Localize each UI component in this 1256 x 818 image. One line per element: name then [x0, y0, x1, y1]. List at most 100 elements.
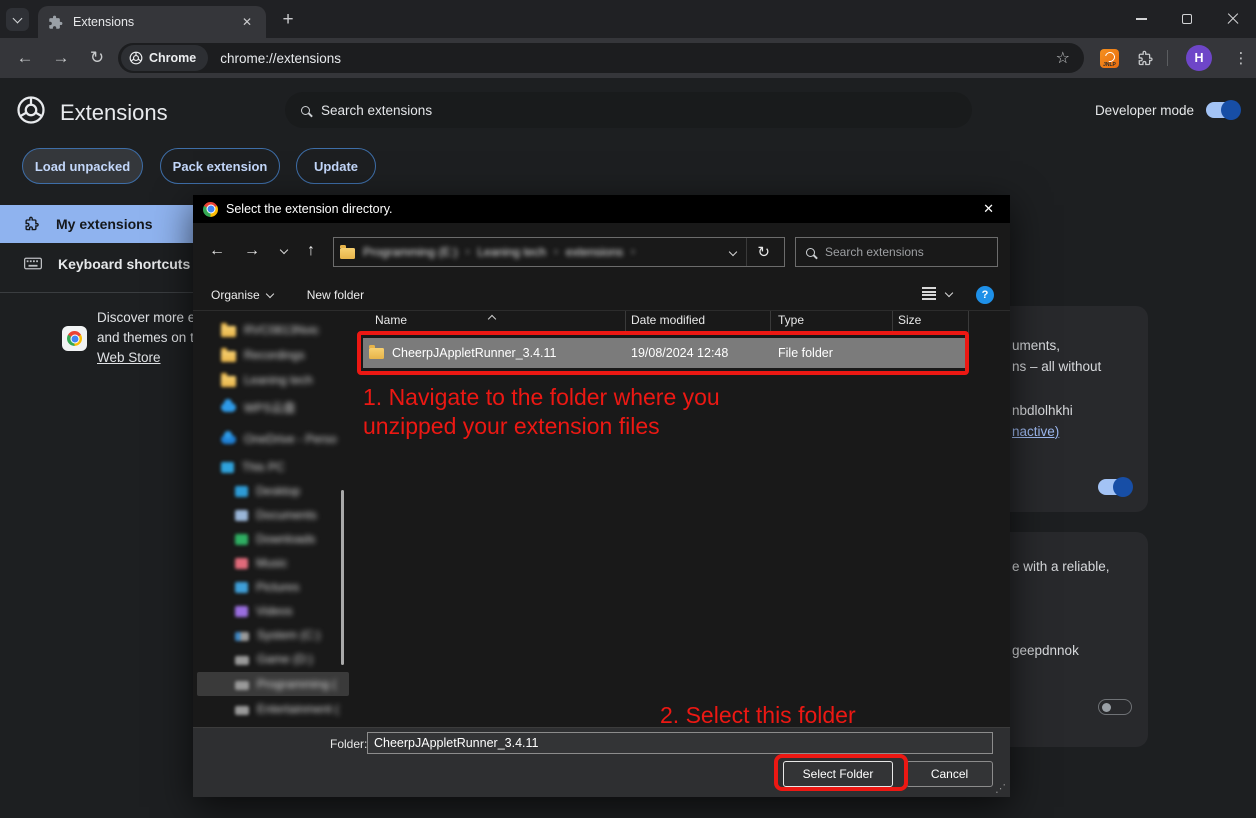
chrome-web-store-icon — [62, 326, 87, 351]
column-divider — [892, 311, 893, 333]
reload-button[interactable]: ↻ — [82, 38, 112, 78]
web-store-link[interactable]: Web Store — [97, 350, 161, 365]
dialog-back-button[interactable]: ← — [203, 237, 231, 265]
tree-item-videos[interactable]: Videos — [233, 599, 391, 623]
card2-enable-toggle[interactable] — [1098, 699, 1132, 715]
tab-extensions[interactable]: Extensions ✕ — [38, 6, 266, 38]
jnlp-extension-icon[interactable]: JNLP — [1100, 49, 1119, 68]
jnlp-label: JNLP — [1103, 62, 1116, 68]
back-button[interactable]: ← — [10, 38, 40, 78]
extensions-logo-icon — [16, 95, 46, 125]
folder-icon — [340, 248, 355, 259]
extension-card-2: e with a reliable, geepdnnok — [988, 532, 1148, 747]
dialog-titlebar: Select the extension directory. ✕ — [193, 195, 1010, 223]
select-directory-dialog: Select the extension directory. ✕ ← → ↑ … — [193, 195, 1010, 797]
extensions-puzzle-button[interactable] — [1130, 38, 1160, 78]
tree-item-documents[interactable]: Documents — [233, 503, 391, 527]
tree-item-folder-2[interactable]: Recordings — [219, 343, 377, 367]
tree-item-music[interactable]: Music — [233, 551, 391, 575]
folder-name-input[interactable] — [367, 732, 993, 754]
window-controls — [1118, 0, 1256, 38]
tab-strip: Extensions ✕ + — [0, 0, 1256, 38]
tree-item-programming-drive[interactable]: Programming ( — [197, 672, 349, 696]
tree-item-system-drive[interactable]: System (C:) — [233, 623, 391, 647]
column-header-date[interactable]: Date modified — [631, 313, 705, 327]
sort-ascending-icon — [488, 315, 496, 323]
tree-item-downloads[interactable]: Downloads — [233, 527, 391, 551]
cancel-button[interactable]: Cancel — [906, 761, 993, 787]
new-tab-button[interactable]: + — [276, 8, 300, 32]
breadcrumb-path: Programming (E:) › Leaning tech › extens… — [363, 245, 720, 259]
card1-text-line2: ns – all without — [1012, 359, 1101, 374]
search-icon — [301, 106, 310, 115]
tree-item-wps-cloud[interactable]: WPS云盘 — [219, 395, 377, 419]
breadcrumb-separator: › — [554, 246, 558, 258]
developer-mode-label: Developer mode — [1095, 103, 1194, 118]
dialog-breadcrumb-bar[interactable]: Programming (E:) › Leaning tech › extens… — [333, 237, 785, 267]
tab-title: Extensions — [73, 15, 238, 29]
developer-mode-toggle[interactable] — [1206, 102, 1240, 118]
browser-menu-button[interactable]: ⋮ — [1226, 38, 1256, 78]
update-button[interactable]: Update — [296, 148, 376, 184]
chevron-down-icon — [13, 13, 23, 23]
tree-item-folder-3[interactable]: Leaning tech — [219, 368, 377, 392]
chrome-mono-icon — [129, 51, 143, 65]
column-divider — [625, 311, 626, 333]
column-header-size[interactable]: Size — [898, 313, 921, 327]
load-unpacked-button[interactable]: Load unpacked — [22, 148, 143, 184]
sidebar-item-keyboard-shortcuts[interactable]: Keyboard shortcuts — [0, 243, 193, 284]
sidebar-keyboard-shortcuts-label: Keyboard shortcuts — [58, 256, 190, 272]
help-button[interactable]: ? — [976, 286, 994, 304]
tree-item-desktop[interactable]: Desktop — [233, 479, 391, 503]
dialog-up-button[interactable]: ↑ — [297, 237, 325, 265]
window-maximize-button[interactable] — [1164, 0, 1210, 38]
chrome-url-badge: Chrome — [121, 45, 208, 71]
breadcrumb-dropdown-icon[interactable] — [729, 248, 737, 256]
bookmark-star-icon[interactable]: ☆ — [1056, 48, 1070, 68]
window-minimize-button[interactable] — [1118, 0, 1164, 38]
extensions-search-bar[interactable]: Search extensions — [285, 92, 972, 128]
card1-inspect-link[interactable]: nactive) — [1012, 424, 1059, 439]
tree-item-this-pc[interactable]: This PC — [219, 455, 377, 479]
address-bar[interactable]: Chrome chrome://extensions ☆ — [118, 43, 1084, 73]
tab-search-chevron-button[interactable] — [6, 8, 29, 31]
dialog-recent-chevron[interactable] — [270, 237, 298, 265]
my-extensions-puzzle-icon — [24, 216, 40, 232]
breadcrumb-seg2[interactable]: Leaning tech — [477, 245, 546, 259]
search-icon — [806, 248, 815, 257]
dialog-close-icon[interactable]: ✕ — [977, 201, 1000, 217]
sidebar-divider — [0, 292, 193, 293]
dialog-refresh-button[interactable]: ↻ — [746, 238, 778, 266]
card2-text-line2: geepdnnok — [1012, 643, 1079, 658]
dialog-footer: Folder: Select Folder Cancel ⋰ — [193, 727, 1010, 797]
breadcrumb-seg1[interactable]: Programming (E:) — [363, 245, 458, 259]
tree-scrollbar[interactable] — [341, 490, 344, 665]
card1-text-line1: uments, — [1012, 338, 1060, 353]
window-close-button[interactable] — [1210, 0, 1256, 38]
keyboard-icon — [24, 257, 42, 270]
select-folder-button[interactable]: Select Folder — [783, 761, 893, 787]
sidebar-item-my-extensions[interactable]: My extensions — [0, 205, 193, 243]
tree-item-game-drive[interactable]: Game (D:) — [233, 647, 391, 671]
forward-button[interactable]: → — [46, 38, 76, 78]
tab-close-icon[interactable]: ✕ — [238, 13, 256, 31]
column-header-name[interactable]: Name — [375, 313, 407, 327]
toolbar-divider — [1167, 50, 1168, 66]
tree-item-folder-1[interactable]: RVC0813Nvic — [219, 318, 377, 342]
dialog-search-placeholder: Search extensions — [825, 245, 924, 259]
tree-item-onedrive[interactable]: OneDrive - Perso — [219, 427, 377, 451]
tree-item-pictures[interactable]: Pictures — [233, 575, 391, 599]
view-options-button[interactable] — [922, 287, 952, 300]
dialog-search-box[interactable]: Search extensions — [795, 237, 998, 267]
breadcrumb-seg3[interactable]: extensions — [566, 245, 623, 259]
minimize-icon — [1136, 18, 1147, 19]
card1-enable-toggle[interactable] — [1098, 479, 1132, 495]
pack-extension-button[interactable]: Pack extension — [160, 148, 280, 184]
resize-grip[interactable]: ⋰ — [995, 782, 1007, 795]
column-header-type[interactable]: Type — [778, 313, 804, 327]
new-folder-button[interactable]: New folder — [307, 288, 364, 302]
organise-menu-button[interactable]: Organise — [211, 288, 273, 302]
dialog-forward-button[interactable]: → — [238, 237, 266, 265]
profile-avatar[interactable]: H — [1186, 45, 1212, 71]
tree-item-entertainment-drive[interactable]: Entertainment ( — [233, 697, 391, 721]
